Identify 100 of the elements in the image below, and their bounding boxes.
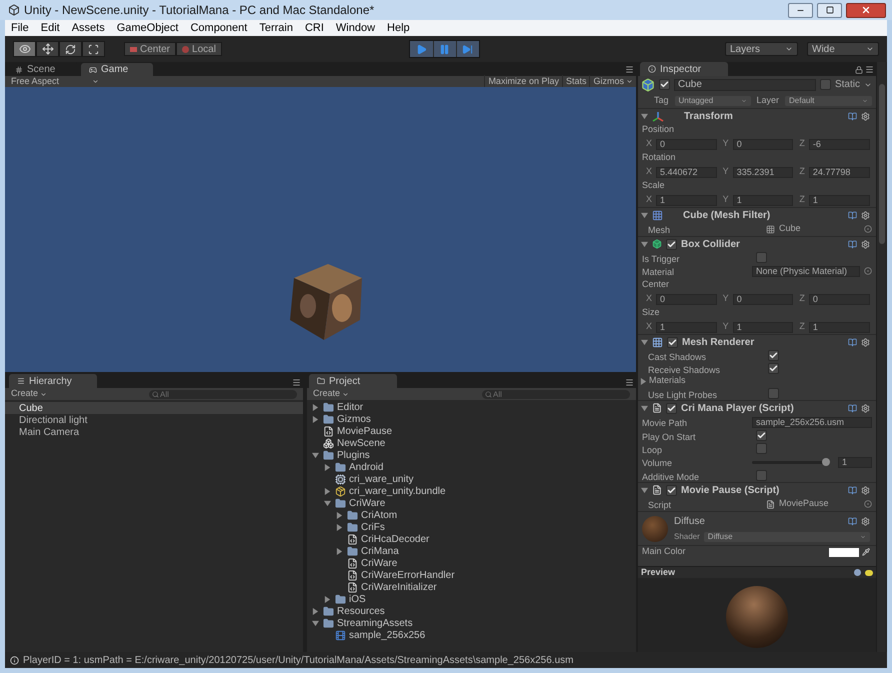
- panel-tab[interactable]: Project: [309, 374, 397, 388]
- hierarchy-item[interactable]: Cube: [5, 402, 303, 414]
- enabled-checkbox[interactable]: [666, 402, 677, 414]
- project-item[interactable]: Android: [349, 460, 384, 474]
- disclosure-triangle-icon[interactable]: [641, 112, 648, 120]
- help-icon[interactable]: [848, 210, 857, 220]
- checkbox[interactable]: [768, 363, 779, 374]
- project-item[interactable]: Editor: [337, 400, 364, 414]
- help-icon[interactable]: [848, 240, 857, 248]
- color-swatch[interactable]: [829, 548, 859, 556]
- disclosure-triangle-icon[interactable]: [641, 338, 648, 346]
- disclosure-triangle-icon[interactable]: [641, 404, 648, 412]
- disclosure-triangle-icon[interactable]: [336, 548, 343, 554]
- layers-dropdown[interactable]: Layers: [725, 42, 798, 56]
- tool-button[interactable]: [36, 41, 59, 57]
- settings-icon[interactable]: [861, 486, 870, 494]
- project-item[interactable]: cri_ware_unity.bundle: [349, 484, 446, 498]
- settings-icon[interactable]: [861, 240, 870, 248]
- disclosure-triangle-icon[interactable]: [641, 212, 648, 218]
- number-field[interactable]: 0: [656, 294, 717, 304]
- number-field[interactable]: 1: [808, 322, 870, 332]
- search-field[interactable]: All: [149, 390, 297, 398]
- search-field[interactable]: All: [482, 390, 630, 398]
- disclosure-triangle-icon[interactable]: [641, 240, 648, 248]
- menu-item[interactable]: GameObject: [116, 20, 178, 36]
- menu-item[interactable]: File: [11, 20, 29, 36]
- checkbox[interactable]: [756, 430, 767, 441]
- project-item[interactable]: CriFs: [361, 520, 385, 534]
- checkbox[interactable]: [756, 443, 767, 454]
- layout-dropdown[interactable]: Wide: [807, 42, 879, 56]
- checkbox[interactable]: [756, 252, 767, 263]
- hierarchy-item[interactable]: Directional light: [5, 414, 303, 426]
- checkbox[interactable]: [768, 388, 779, 399]
- reference-value[interactable]: Cube: [779, 222, 801, 236]
- create-dropdown[interactable]: Create: [313, 387, 373, 401]
- number-field[interactable]: 1: [656, 322, 717, 332]
- tool-button[interactable]: [13, 41, 36, 57]
- menu-item[interactable]: Help: [387, 20, 410, 36]
- tag-dropdown[interactable]: Untagged: [674, 96, 751, 106]
- reference-value[interactable]: MoviePause: [779, 497, 829, 511]
- project-item[interactable]: StreamingAssets: [337, 616, 413, 630]
- project-item[interactable]: sample_256x256: [349, 628, 426, 642]
- number-field[interactable]: 0: [732, 138, 794, 150]
- project-item[interactable]: CriMana: [361, 544, 399, 558]
- component-title[interactable]: Mesh Renderer: [682, 334, 844, 350]
- component-title[interactable]: Cube (Mesh Filter): [683, 208, 844, 222]
- panel-menu-icon[interactable]: [292, 378, 301, 387]
- number-field[interactable]: 0: [808, 294, 870, 304]
- help-icon[interactable]: [848, 112, 857, 120]
- number-field[interactable]: 0: [732, 294, 794, 304]
- menu-item[interactable]: Component: [190, 20, 248, 36]
- enabled-checkbox[interactable]: [666, 238, 677, 250]
- close-button[interactable]: [846, 2, 886, 18]
- tool-button[interactable]: [82, 41, 105, 57]
- number-field[interactable]: 24.77798: [808, 166, 870, 178]
- pivot-button[interactable]: Center: [124, 42, 176, 56]
- number-field[interactable]: 1: [808, 194, 870, 206]
- project-item[interactable]: CriWare: [349, 496, 386, 510]
- number-field[interactable]: 1: [732, 322, 794, 332]
- number-field[interactable]: 1: [838, 456, 872, 468]
- project-item[interactable]: CriWareErrorHandler: [361, 568, 455, 582]
- number-field[interactable]: 5.440672: [656, 166, 717, 178]
- menu-item[interactable]: Terrain: [259, 20, 293, 36]
- settings-icon[interactable]: [861, 338, 870, 346]
- number-field[interactable]: 335.2391: [732, 166, 794, 178]
- panel-tab[interactable]: Game: [81, 63, 153, 76]
- create-dropdown[interactable]: Create: [11, 387, 71, 401]
- project-item[interactable]: NewScene: [337, 436, 386, 450]
- light-icon[interactable]: [865, 570, 873, 576]
- number-field[interactable]: -6: [808, 138, 870, 150]
- project-item[interactable]: CriAtom: [361, 508, 398, 522]
- project-item[interactable]: Resources: [337, 604, 385, 618]
- name-field[interactable]: Cube: [674, 78, 816, 90]
- settings-icon[interactable]: [861, 517, 870, 526]
- object-picker-icon[interactable]: [864, 500, 872, 508]
- menu-item[interactable]: CRI: [304, 20, 324, 36]
- aspect-dropdown[interactable]: Free Aspect: [5, 74, 105, 88]
- component-title[interactable]: Transform: [684, 108, 844, 124]
- settings-icon[interactable]: [861, 210, 870, 220]
- menu-item[interactable]: Assets: [72, 20, 105, 36]
- checkbox[interactable]: [768, 350, 779, 361]
- number-field[interactable]: 0: [656, 138, 717, 150]
- static-checkbox[interactable]: [820, 79, 831, 90]
- text-field[interactable]: sample_256x256.usm: [752, 416, 872, 428]
- help-icon[interactable]: [848, 404, 857, 412]
- help-icon[interactable]: [848, 338, 857, 346]
- help-icon[interactable]: [848, 486, 857, 494]
- panel-menu-icon[interactable]: [625, 378, 634, 387]
- number-field[interactable]: 1: [732, 194, 794, 206]
- object-picker-icon[interactable]: [864, 225, 872, 233]
- menu-item[interactable]: Edit: [40, 20, 60, 36]
- project-item[interactable]: CriWare: [361, 556, 398, 570]
- enabled-checkbox[interactable]: [667, 336, 678, 348]
- shader-dropdown[interactable]: Diffuse: [704, 532, 870, 542]
- panel-menu-icon[interactable]: [625, 65, 634, 74]
- panel-tab[interactable]: Hierarchy: [9, 374, 97, 388]
- enabled-checkbox[interactable]: [666, 484, 677, 496]
- panel-tab[interactable]: Inspector: [640, 62, 728, 76]
- lock-icon[interactable]: [855, 66, 863, 74]
- help-icon[interactable]: [848, 517, 857, 526]
